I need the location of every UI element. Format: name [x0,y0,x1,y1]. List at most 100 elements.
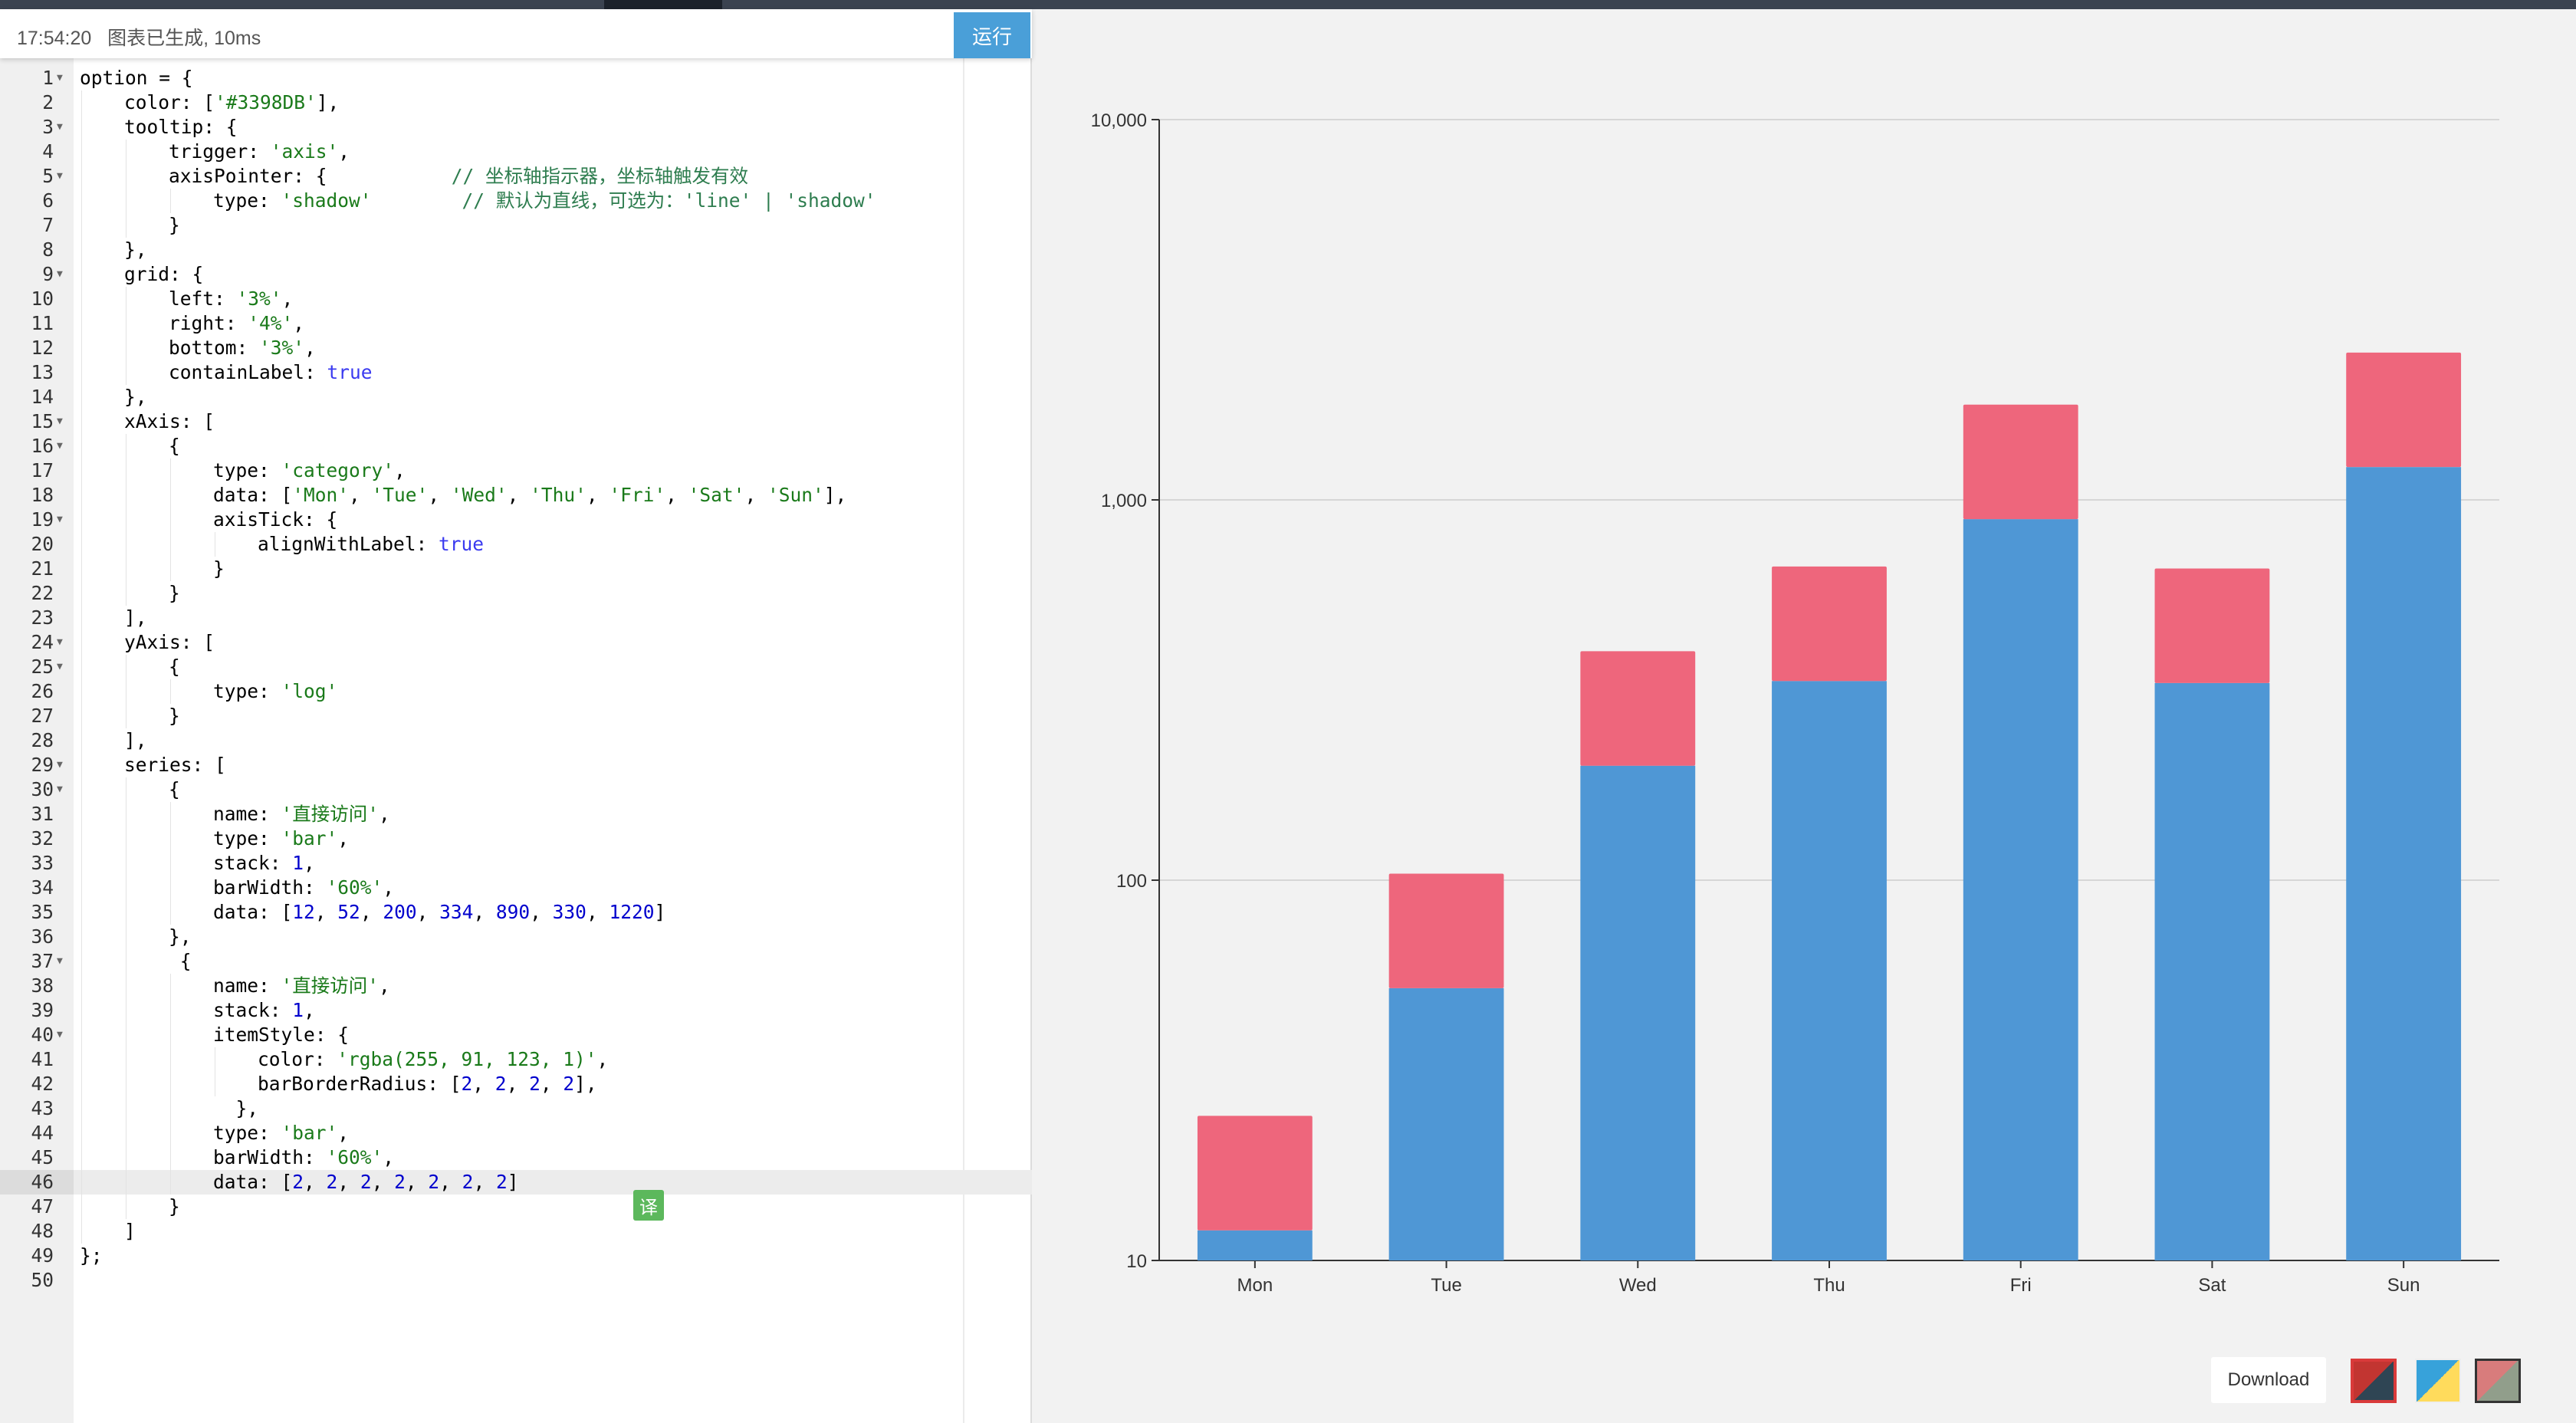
fold-arrow-icon[interactable]: ▼ [57,508,63,532]
code-line[interactable]: 4 trigger: 'axis', [0,140,1032,164]
code-token: } [169,1195,180,1218]
code-token: { [169,778,180,800]
code-line[interactable]: 43 }, [0,1096,1032,1121]
code-text: { [169,949,192,974]
code-line[interactable]: 6 type: 'shadow' // 默认为直线，可选为：'line' | 's… [0,189,1032,213]
code-token: '60%' [326,1146,383,1168]
theme-swatch-vintage[interactable] [2475,1359,2521,1403]
code-line[interactable]: 40 ▼ itemStyle: { [0,1023,1032,1047]
code-line[interactable]: 7} [0,213,1032,238]
code-token: } [169,214,180,236]
code-line[interactable]: 20 alignWithLabel: true [0,532,1032,557]
code-token: }, [124,238,147,261]
code-line[interactable]: 45 barWidth: '60%', [0,1145,1032,1170]
code-line[interactable]: 35 data: [12, 52, 200, 334, 890, 330, 122… [0,900,1032,925]
code-token: alignWithLabel: [258,533,439,555]
download-button[interactable]: Download [2211,1357,2326,1403]
code-line[interactable]: 15 ▼ xAxis: [ [0,409,1032,434]
code-line[interactable]: 37 ▼ { [0,949,1032,974]
line-number: 47 [31,1195,54,1218]
code-text: } [169,581,180,606]
code-line[interactable]: 1 ▼ option = { [0,66,1032,90]
code-text-area[interactable]: 1 ▼ option = {2 color: ['#3398DB'], 3 ▼ toolti… [0,58,1032,1423]
code-line[interactable]: 3 ▼ tooltip: { [0,115,1032,140]
code-token: 2 [428,1171,440,1193]
theme-swatch-light[interactable] [2415,1359,2461,1403]
active-window-tab[interactable] [604,0,722,9]
code-line[interactable]: 2 color: ['#3398DB'], [0,90,1032,115]
code-line[interactable]: 39 stack: 1, [0,998,1032,1023]
code-line[interactable]: 5 ▼ axisPointer: { // 坐标轴指示器，坐标轴触发有效 [0,164,1032,189]
fold-arrow-icon[interactable]: ▼ [57,409,63,434]
code-token: // 坐标轴指示器，坐标轴触发有效 [451,165,749,187]
code-line[interactable]: 32 type: 'bar', [0,827,1032,851]
code-line[interactable]: 29 ▼ series: [ [0,753,1032,777]
code-line[interactable]: 10 left: '3%', [0,287,1032,311]
code-line[interactable]: 9 ▼ grid: { [0,262,1032,287]
code-line[interactable]: 27} [0,704,1032,728]
x-tick-label: Tue [1431,1275,1461,1296]
code-line[interactable]: 26 type: 'log' [0,679,1032,704]
code-line[interactable]: 47} [0,1195,1032,1219]
code-line[interactable]: 22} [0,581,1032,606]
code-line[interactable]: 36}, [0,925,1032,949]
code-token: }, [213,1097,259,1119]
run-button[interactable]: 运行 [954,12,1030,58]
fold-arrow-icon[interactable]: ▼ [57,434,63,458]
fold-arrow-icon[interactable]: ▼ [57,262,63,287]
translate-icon[interactable]: 译 [633,1190,664,1221]
x-tick-label: Wed [1619,1275,1657,1296]
code-line[interactable]: 50 [0,1268,1032,1293]
code-line[interactable]: 49}; [0,1244,1032,1268]
code-token: 'bar' [281,1122,338,1144]
code-line[interactable]: 44 type: 'bar', [0,1121,1032,1145]
bar-segment-blue [2154,682,2270,1260]
code-text: stack: 1, [213,851,315,876]
fold-arrow-icon[interactable]: ▼ [57,164,63,189]
fold-arrow-icon[interactable]: ▼ [57,66,63,90]
code-line[interactable]: 38 name: '直接访问', [0,974,1032,998]
code-line[interactable]: 25 ▼ { [0,655,1032,679]
code-token: 'axis' [270,140,339,163]
code-token: ], [574,1073,597,1095]
code-token: , [281,288,294,310]
fold-arrow-icon[interactable]: ▼ [57,949,63,974]
code-line[interactable]: 12 bottom: '3%', [0,336,1032,360]
code-line[interactable]: 16 ▼ { [0,434,1032,458]
code-token: , [304,852,315,874]
code-token: bottom: [169,337,260,359]
code-token: } [169,582,180,604]
fold-arrow-icon[interactable]: ▼ [57,630,63,655]
code-line[interactable]: 18 data: ['Mon', 'Tue', 'Wed', 'Thu', 'Fr… [0,483,1032,508]
code-line[interactable]: 33 stack: 1, [0,851,1032,876]
code-line[interactable]: 17 type: 'category', [0,458,1032,483]
bar-segment-blue [1388,988,1504,1260]
theme-swatch-dark[interactable] [2351,1359,2397,1403]
code-line[interactable]: 19 ▼ axisTick: { [0,508,1032,532]
fold-arrow-icon[interactable]: ▼ [57,777,63,802]
code-line[interactable]: 23], [0,606,1032,630]
code-text: bottom: '3%', [169,336,316,360]
code-line[interactable]: 8}, [0,238,1032,262]
code-line[interactable]: 11 right: '4%', [0,311,1032,336]
code-line[interactable]: 28], [0,728,1032,753]
code-text: type: 'bar', [213,1121,349,1145]
fold-arrow-icon[interactable]: ▼ [57,753,63,777]
code-line[interactable]: 13 containLabel: true [0,360,1032,385]
code-line[interactable]: 31 name: '直接访问', [0,802,1032,827]
code-line[interactable]: 21} [0,557,1032,581]
code-line[interactable]: 14}, [0,385,1032,409]
code-line[interactable]: 41 color: 'rgba(255, 91, 123, 1)', [0,1047,1032,1072]
fold-arrow-icon[interactable]: ▼ [57,1023,63,1047]
code-token: , [314,901,338,923]
fold-arrow-icon[interactable]: ▼ [57,115,63,140]
code-token: , [349,484,372,506]
code-line[interactable]: 42 barBorderRadius: [2, 2, 2, 2], [0,1072,1032,1096]
code-line[interactable]: 48] [0,1219,1032,1244]
code-line[interactable]: 46 data: [2, 2, 2, 2, 2, 2, 2] [0,1170,1032,1195]
code-line[interactable]: 24 ▼ yAxis: [ [0,630,1032,655]
fold-arrow-icon[interactable]: ▼ [57,655,63,679]
code-text: type: 'bar', [213,827,349,851]
code-line[interactable]: 34 barWidth: '60%', [0,876,1032,900]
code-line[interactable]: 30 ▼ { [0,777,1032,802]
